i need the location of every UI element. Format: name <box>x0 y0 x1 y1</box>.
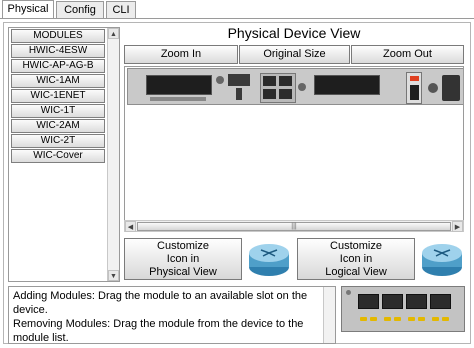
help-removing-modules: Removing Modules: Drag the module from t… <box>13 318 304 344</box>
customize-logical-line2: Icon in <box>339 253 373 265</box>
tab-physical[interactable]: Physical <box>2 0 54 19</box>
scroll-right-icon[interactable]: ▶ <box>452 221 463 232</box>
module-item-wic-1am[interactable]: WIC-1AM <box>11 74 105 88</box>
preview-led <box>394 317 401 321</box>
customize-physical-icon-button[interactable]: Customize Icon in Physical View <box>124 238 242 280</box>
screw-icon <box>428 83 438 93</box>
customize-physical-line1: Customize <box>157 240 209 252</box>
power-connector[interactable] <box>442 75 460 101</box>
aux-port[interactable] <box>279 76 292 86</box>
module-item-hwic-4esw[interactable]: HWIC-4ESW <box>11 44 105 58</box>
hscroll-thumb[interactable]: ||| <box>137 222 451 231</box>
original-size-button[interactable]: Original Size <box>239 45 350 64</box>
hwic-slot-0[interactable] <box>146 75 212 95</box>
module-header[interactable]: MODULES <box>11 29 105 43</box>
gig0-0-port[interactable] <box>263 89 276 99</box>
customize-physical-line3: Physical View <box>149 266 217 278</box>
gig0-1-port[interactable] <box>279 89 292 99</box>
module-item-wic-1enet[interactable]: WIC-1ENET <box>11 89 105 103</box>
screw-icon <box>216 76 224 84</box>
module-item-hwic-ap-ag-b[interactable]: HWIC-AP-AG-B <box>11 59 105 73</box>
preview-led <box>370 317 377 321</box>
screw-icon <box>298 83 306 91</box>
preview-led <box>360 317 367 321</box>
power-module <box>406 72 422 104</box>
customize-logical-icon-button[interactable]: Customize Icon in Logical View <box>297 238 415 280</box>
power-switch[interactable] <box>410 85 419 100</box>
hwic-slot-1[interactable] <box>314 75 380 95</box>
router-chassis <box>127 68 463 105</box>
preview-led <box>418 317 425 321</box>
page-title: Physical Device View <box>227 25 361 41</box>
scroll-up-icon[interactable]: ▲ <box>108 28 119 39</box>
module-item-wic-2am[interactable]: WIC-2AM <box>11 119 105 133</box>
preview-led <box>408 317 415 321</box>
tab-cli[interactable]: CLI <box>106 1 136 19</box>
module-list: MODULES HWIC-4ESW HWIC-AP-AG-B WIC-1AM W… <box>8 27 120 282</box>
module-item-wic-2t[interactable]: WIC-2T <box>11 134 105 148</box>
customize-logical-line3: Logical View <box>325 266 387 278</box>
router-icon <box>249 244 289 276</box>
preview-led <box>384 317 391 321</box>
preview-led <box>432 317 439 321</box>
customize-logical-line1: Customize <box>330 240 382 252</box>
device-view <box>124 66 464 231</box>
router-icon <box>422 244 462 276</box>
preview-led <box>442 317 449 321</box>
slot-label-strip <box>150 97 206 101</box>
zoom-in-button[interactable]: Zoom In <box>124 45 238 64</box>
tab-config[interactable]: Config <box>56 1 104 19</box>
tab-divider <box>0 18 474 19</box>
help-scrollbar[interactable] <box>323 287 335 343</box>
power-led <box>410 76 419 81</box>
module-item-wic-1t[interactable]: WIC-1T <box>11 104 105 118</box>
tab-bar: Physical Config CLI <box>0 0 474 19</box>
module-preview <box>341 286 465 332</box>
preview-port-2 <box>406 294 427 309</box>
module-item-wic-cover[interactable]: WIC-Cover <box>11 149 105 163</box>
onboard-ports <box>260 73 296 103</box>
screw-icon <box>346 290 351 295</box>
customize-physical-line2: Icon in <box>166 253 200 265</box>
help-adding-modules: Adding Modules: Drag the module to an av… <box>13 290 308 316</box>
compact-flash-slot[interactable] <box>236 88 242 100</box>
device-view-hscrollbar[interactable]: ◀ ||| ▶ <box>124 220 464 232</box>
module-list-scrollbar[interactable]: ▲ ▼ <box>107 28 119 281</box>
zoom-out-button[interactable]: Zoom Out <box>351 45 464 64</box>
console-port[interactable] <box>263 76 276 86</box>
preview-port-1 <box>382 294 403 309</box>
preview-port-0 <box>358 294 379 309</box>
usb-port[interactable] <box>228 74 250 86</box>
module-help-text: Adding Modules: Drag the module to an av… <box>8 286 336 344</box>
scroll-left-icon[interactable]: ◀ <box>125 221 136 232</box>
scroll-down-icon[interactable]: ▼ <box>108 270 119 281</box>
preview-port-3 <box>430 294 451 309</box>
